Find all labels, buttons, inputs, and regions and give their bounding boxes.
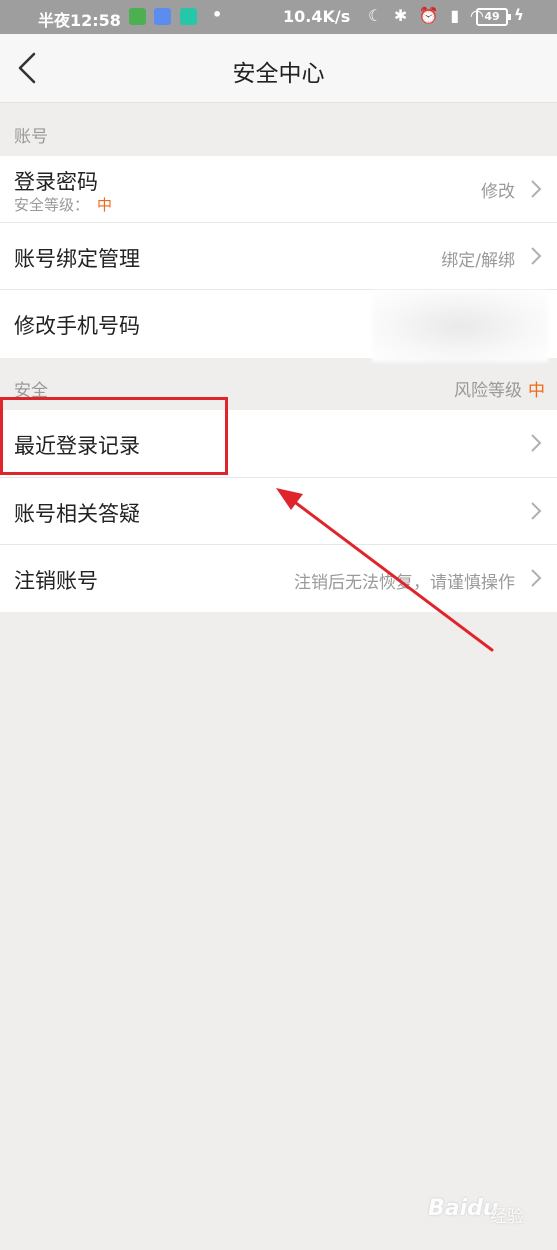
nav-bar: 安全中心 bbox=[0, 34, 557, 103]
watermark-brand: Baidu bbox=[428, 1196, 499, 1221]
charging-icon: ϟ bbox=[514, 6, 524, 24]
chevron-right-icon bbox=[531, 180, 542, 198]
app-notification-icon bbox=[129, 8, 146, 25]
status-bar: 半夜12:58 • 10.4K/s ☾ ✱ ⏰ ▮ ◠ 49 ϟ bbox=[0, 0, 557, 34]
section-label-account: 账号 bbox=[14, 127, 48, 147]
chevron-right-icon bbox=[531, 569, 542, 587]
row-action: 绑定/解绑 bbox=[441, 251, 515, 271]
account-faq-item[interactable]: 账号相关答疑 bbox=[0, 478, 557, 544]
battery-icon: 49 bbox=[476, 8, 511, 26]
redacted-phone-number bbox=[372, 290, 548, 362]
more-notifications-icon: • bbox=[212, 5, 223, 24]
shield-notification-icon bbox=[180, 8, 197, 25]
network-speed: 10.4K/s bbox=[283, 7, 351, 26]
security-level-value: 中 bbox=[97, 196, 113, 214]
chevron-right-icon bbox=[531, 247, 542, 265]
watermark-sub: 经验 bbox=[490, 1207, 524, 1227]
baidu-watermark: Baidu 经验 bbox=[428, 1186, 538, 1230]
risk-level: 风险等级中 bbox=[454, 381, 545, 401]
page-title: 安全中心 bbox=[232, 61, 325, 87]
chevron-right-icon bbox=[531, 434, 542, 452]
row-title: 登录密码 bbox=[14, 170, 98, 194]
cancel-warning-note: 注销后无法恢复，请谨慎操作 bbox=[294, 573, 515, 593]
row-title: 注销账号 bbox=[14, 569, 98, 593]
security-level: 安全等级：中 bbox=[14, 196, 113, 214]
cancel-account-item[interactable]: 注销账号 注销后无法恢复，请谨慎操作 bbox=[0, 545, 557, 612]
row-title: 账号相关答疑 bbox=[14, 502, 140, 526]
account-binding-item[interactable]: 账号绑定管理 绑定/解绑 bbox=[0, 223, 557, 289]
highlight-box bbox=[0, 397, 228, 475]
app-notification-icon bbox=[154, 8, 171, 25]
risk-level-value: 中 bbox=[528, 381, 545, 401]
login-password-item[interactable]: 登录密码 安全等级：中 修改 bbox=[0, 156, 557, 222]
chevron-right-icon bbox=[531, 502, 542, 520]
status-indicator-icons: ☾ ✱ ⏰ ▮ ◠ bbox=[368, 6, 487, 25]
row-title: 修改手机号码 bbox=[14, 314, 140, 338]
status-time: 半夜12:58 bbox=[38, 11, 121, 30]
row-title: 账号绑定管理 bbox=[14, 247, 140, 271]
row-action: 修改 bbox=[481, 182, 515, 202]
